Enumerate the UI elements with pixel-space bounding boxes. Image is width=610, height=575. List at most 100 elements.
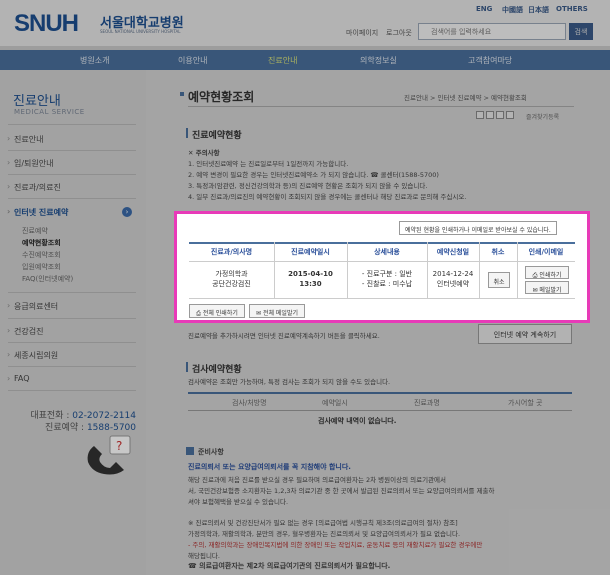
breadcrumb: 진료안내 > 인터넷 진료예약 > 예약현황조회 [404,94,527,102]
mypage-link[interactable]: 마이페이지 [346,28,378,38]
exam-empty: 검사예약 내역이 없습니다. [318,417,397,425]
section-title-status: 진료예약현황 [192,131,242,141]
email-button[interactable]: ✉ 메일발기 [525,281,569,294]
prep-line-5: ※ 진료의뢰서 및 건강진단서가 필요 없는 경우 [의료급여법 시행규칙 제3… [188,519,458,527]
col-datetime: 진료예약일시 [291,248,330,256]
section-bar-icon [186,128,188,138]
sidebar: 진료안내 MEDICAL SERVICE 진료안내 입/퇴원안내 진료과/의료진… [0,70,146,575]
col-print-email: 인쇄/이메일 [528,248,564,256]
lang-cn[interactable]: 中國語 [502,5,523,15]
sidebar-item-sejong[interactable]: 세종시립의원 [7,350,58,361]
divider [8,150,136,151]
sidebar-item-dept[interactable]: 진료과/의료진 [7,182,61,193]
exam-table: 검사/처방명 예약일시 진료과명 가시어할 곳 검사예약 내역이 없습니다. [188,392,572,428]
notice-line-1: 1. 인터넷진료예약 는 진료일로부터 1일전까지 가능합니다. [188,160,349,168]
main-nav: 병원소개 이용안내 진료안내 의학정보실 고객참여마당 [0,50,610,70]
bookmark-link[interactable]: 즐겨찾기등록 [526,112,559,121]
divider [8,292,136,293]
exam-col-dept: 진료과명 [414,399,440,407]
share-icon[interactable] [506,111,514,119]
nav-item-guide[interactable]: 이용안내 [178,55,207,66]
print-all-label: 전체 인쇄하기 [202,310,238,317]
section-bar-icon [186,362,188,372]
divider [8,198,136,199]
reservation-time: 13:30 [299,280,322,288]
phone-illustration-icon: ? [87,435,131,475]
sidebar-sub-faq[interactable]: FAQ(인터넷예약) [22,274,73,284]
sidebar-sub-booking[interactable]: 진료예약 [22,226,48,236]
exam-col-name: 검사/처방명 [232,399,267,407]
cell-datetime: 2015-04-10 13:30 [274,269,347,289]
print-icon[interactable] [496,111,504,119]
sidebar-item-checkup[interactable]: 건강검진 [7,326,44,337]
logout-link[interactable]: 로그아웃 [386,28,412,38]
sidebar-item-guide[interactable]: 진료안내 [7,134,44,145]
cell-detail: - 진료구분 : 일반 - 진찰료 : 미수납 [347,269,427,289]
logo-english: SEOUL NATIONAL UNIVERSITY HOSPITAL [100,29,181,34]
prep-line-9: ☎ 의료급여환자는 제2차 의료급여기관의 진료의뢰서가 필요합니다. [188,562,391,570]
sidebar-sub-inpatient[interactable]: 입원예약조회 [22,262,61,272]
cell-dept: 가정의학과 공단건강검진 [189,269,274,289]
divider [8,390,136,391]
apply-via: 인터넷예약 [436,280,470,288]
cell-apply: 2014-12-24 인터넷예약 [427,269,479,289]
divider [8,342,136,343]
notice-title-text: 주의사항 [195,149,220,157]
detail-type: - 진료구분 : 일반 [361,270,413,278]
zoom-in-icon[interactable] [476,111,484,119]
lang-eng[interactable]: ENG [476,5,492,13]
reservation-tel-label: 진료예약 : [45,423,85,433]
col-dept-doctor: 진료과/의사명 [210,248,253,256]
sidebar-sub-status[interactable]: 예약현황조회 [22,238,61,248]
cancel-button[interactable]: 취소 [488,272,510,288]
sidebar-item-admission[interactable]: 입/퇴원안내 [7,158,53,169]
search-button[interactable]: 검색 [569,23,593,40]
popup-note: 예약된 현황을 인쇄하거나 이메일로 받아보실 수 있습니다. [399,221,557,235]
exam-desc: 검사예약은 조회만 가능하며, 특정 검사는 조회가 되지 않을 수도 있습니다… [188,378,391,386]
section-title-exam: 검사예약현황 [192,365,242,375]
print-all-button[interactable]: ⎙ 전체 인쇄하기 [189,304,245,318]
detail-fee: - 진찰료 : 미수납 [361,280,413,288]
nav-item-customer[interactable]: 고객참여마당 [468,55,512,66]
sidebar-item-faq[interactable]: FAQ [7,374,29,383]
email-all-label: 전체 메일발기 [262,310,298,317]
email-button-label: 메일발기 [539,287,562,294]
nav-item-info[interactable]: 의학정보실 [360,55,397,66]
search-input[interactable]: 검색어를 입력하세요 [418,23,566,40]
divider [8,366,136,367]
notice-line-3: 3. 특정과(암관련, 정신건강의학과 등)의 진료예약 현황은 조회가 되지 … [188,182,428,190]
sidebar-sub-exam[interactable]: 수진예약조회 [22,250,61,260]
notice-line-4: 4. 일부 진료과/의료진의 예약현황이 조회되지 않을 경우에는 콜센터나 해… [188,193,467,201]
header-divider [189,261,575,262]
zoom-out-icon[interactable] [486,111,494,119]
prep-line-3: 서, 국민건강보험증 소지환자는 1,2,3차 의료기관 중 한 곳에서 발급된… [188,487,495,495]
dept-name: 가정의학과 [215,270,248,278]
lang-jp[interactable]: 日本語 [528,5,549,15]
notice-line-2: 2. 예약 변경이 필요한 경우는 인터넷진료예약소 가 되지 않습니다. ☎ … [188,171,439,179]
exam-col-place: 가시어할 곳 [508,399,543,407]
col-detail: 상세내용 [374,248,400,256]
lang-others[interactable]: OTHERS [556,5,588,13]
title-bullet-icon [180,92,184,96]
reservation-popup: 예약된 현황을 인쇄하거나 이메일로 받아보실 수 있습니다. 진료과/의사명 … [174,211,590,323]
add-reservation-text: 진료예약을 추가하시려면 인터넷 진료예약계속하기 버튼을 클릭하세요. [188,332,380,340]
exam-col-date: 예약일시 [322,399,348,407]
chevron-right-icon: › [122,207,132,217]
apply-date: 2014-12-24 [432,270,474,278]
col-cancel: 취소 [491,248,505,256]
print-button-label: 인쇄하기 [539,272,562,279]
logo[interactable]: SNUH [14,10,79,38]
print-button[interactable]: ⎙ 인쇄하기 [525,266,569,279]
email-all-button[interactable]: ✉ 전체 메일발기 [249,304,305,318]
svg-text:?: ? [116,439,122,453]
prep-line-7: - 주의, 재활의학과는 장애인복지법에 의한 장애인 또는 작업치료, 운동치… [188,541,483,549]
prep-icon [186,447,194,455]
nav-item-about[interactable]: 병원소개 [80,55,109,66]
sidebar-item-reservation[interactable]: 인터넷 진료예약 [7,207,68,218]
nav-item-medical[interactable]: 진료안내 [268,55,297,66]
prep-line-6: 가정의학과, 재활의학과, 분만의 경우, 혈우병환자는 진료의뢰서 및 요양급… [188,530,461,538]
continue-reservation-button[interactable]: 인터넷 예약 계속하기 [478,324,572,344]
sidebar-item-emergency[interactable]: 응급의료센터 [7,301,58,312]
sidebar-subtitle: MEDICAL SERVICE [14,108,85,116]
divider [8,318,136,319]
